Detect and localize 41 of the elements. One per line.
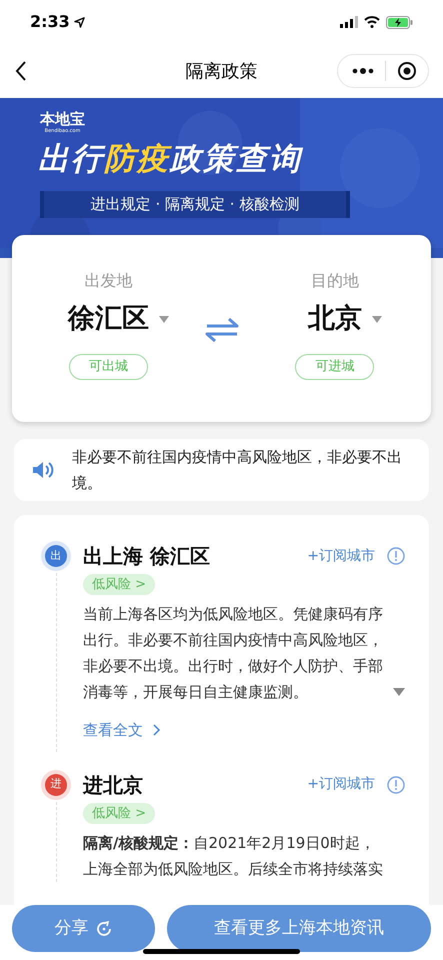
speaker-icon — [32, 460, 54, 480]
banner-subtitle: 进出规定 · 隔离规定 · 核酸检测 — [40, 191, 350, 218]
risk-tag[interactable]: 低风险 > — [83, 574, 156, 595]
direction-badge: 进 — [45, 774, 67, 796]
back-icon[interactable] — [14, 60, 28, 82]
place-selector[interactable]: 北京 — [288, 299, 382, 340]
signal-icon — [340, 16, 358, 28]
direction-badge: 出 — [45, 545, 67, 567]
status-tag: 可出城 — [68, 354, 148, 380]
subscribe-link[interactable]: +订阅城市 — [307, 546, 375, 566]
share-button[interactable]: 分享 — [12, 905, 155, 952]
status-time: 2:33 — [30, 11, 70, 33]
battery-charging-icon — [386, 16, 413, 28]
expand-caret-icon[interactable] — [393, 688, 405, 696]
status-tag: 可进城 — [295, 354, 374, 380]
risk-tag[interactable]: 低风险 > — [83, 802, 156, 824]
policy-text: 当前上海各区均为低风险地区。凭健康码有序出行。非必要不前往国内疫情中高风险地区，非必要不出境。出行时，做好个人防护、手部消毒等，开展每日自主健康监测。 — [83, 604, 384, 703]
dropdown-caret-icon — [372, 316, 382, 323]
info-icon[interactable] — [387, 547, 405, 565]
section-title: 出上海 徐汇区 — [83, 543, 210, 570]
place-selector[interactable]: 徐汇区 — [48, 299, 169, 340]
share-icon — [94, 920, 112, 938]
swap-icon[interactable] — [204, 317, 238, 343]
section-title: 进北京 — [83, 772, 143, 798]
more-news-button[interactable]: 查看更多上海本地资讯 — [167, 905, 431, 952]
place-label: 目的地 — [310, 270, 359, 292]
place-label: 出发地 — [84, 270, 132, 292]
chevron-right-icon — [153, 724, 161, 736]
subscribe-link[interactable]: +订阅城市 — [307, 774, 375, 795]
policy-text: 隔离/核酸规定：自2021年2月19日0时起，上海全部为低风险地区。后续全市将持续落实 — [83, 832, 384, 880]
close-icon[interactable] — [397, 61, 417, 81]
notice-text: 非必要不前往国内疫情中高风险地区，非必要不出境。 — [72, 447, 403, 494]
banner-title: 出行防疫政策查询 — [38, 144, 302, 175]
page-title: 隔离政策 — [186, 60, 258, 84]
read-full-link[interactable]: 查看全文 — [83, 719, 161, 742]
info-icon[interactable] — [387, 776, 405, 794]
dropdown-caret-icon — [158, 316, 169, 323]
wifi-icon — [364, 16, 380, 28]
logo-text: 本地宝 — [40, 112, 85, 127]
location-arrow-icon — [74, 16, 85, 28]
more-icon[interactable] — [352, 68, 374, 74]
